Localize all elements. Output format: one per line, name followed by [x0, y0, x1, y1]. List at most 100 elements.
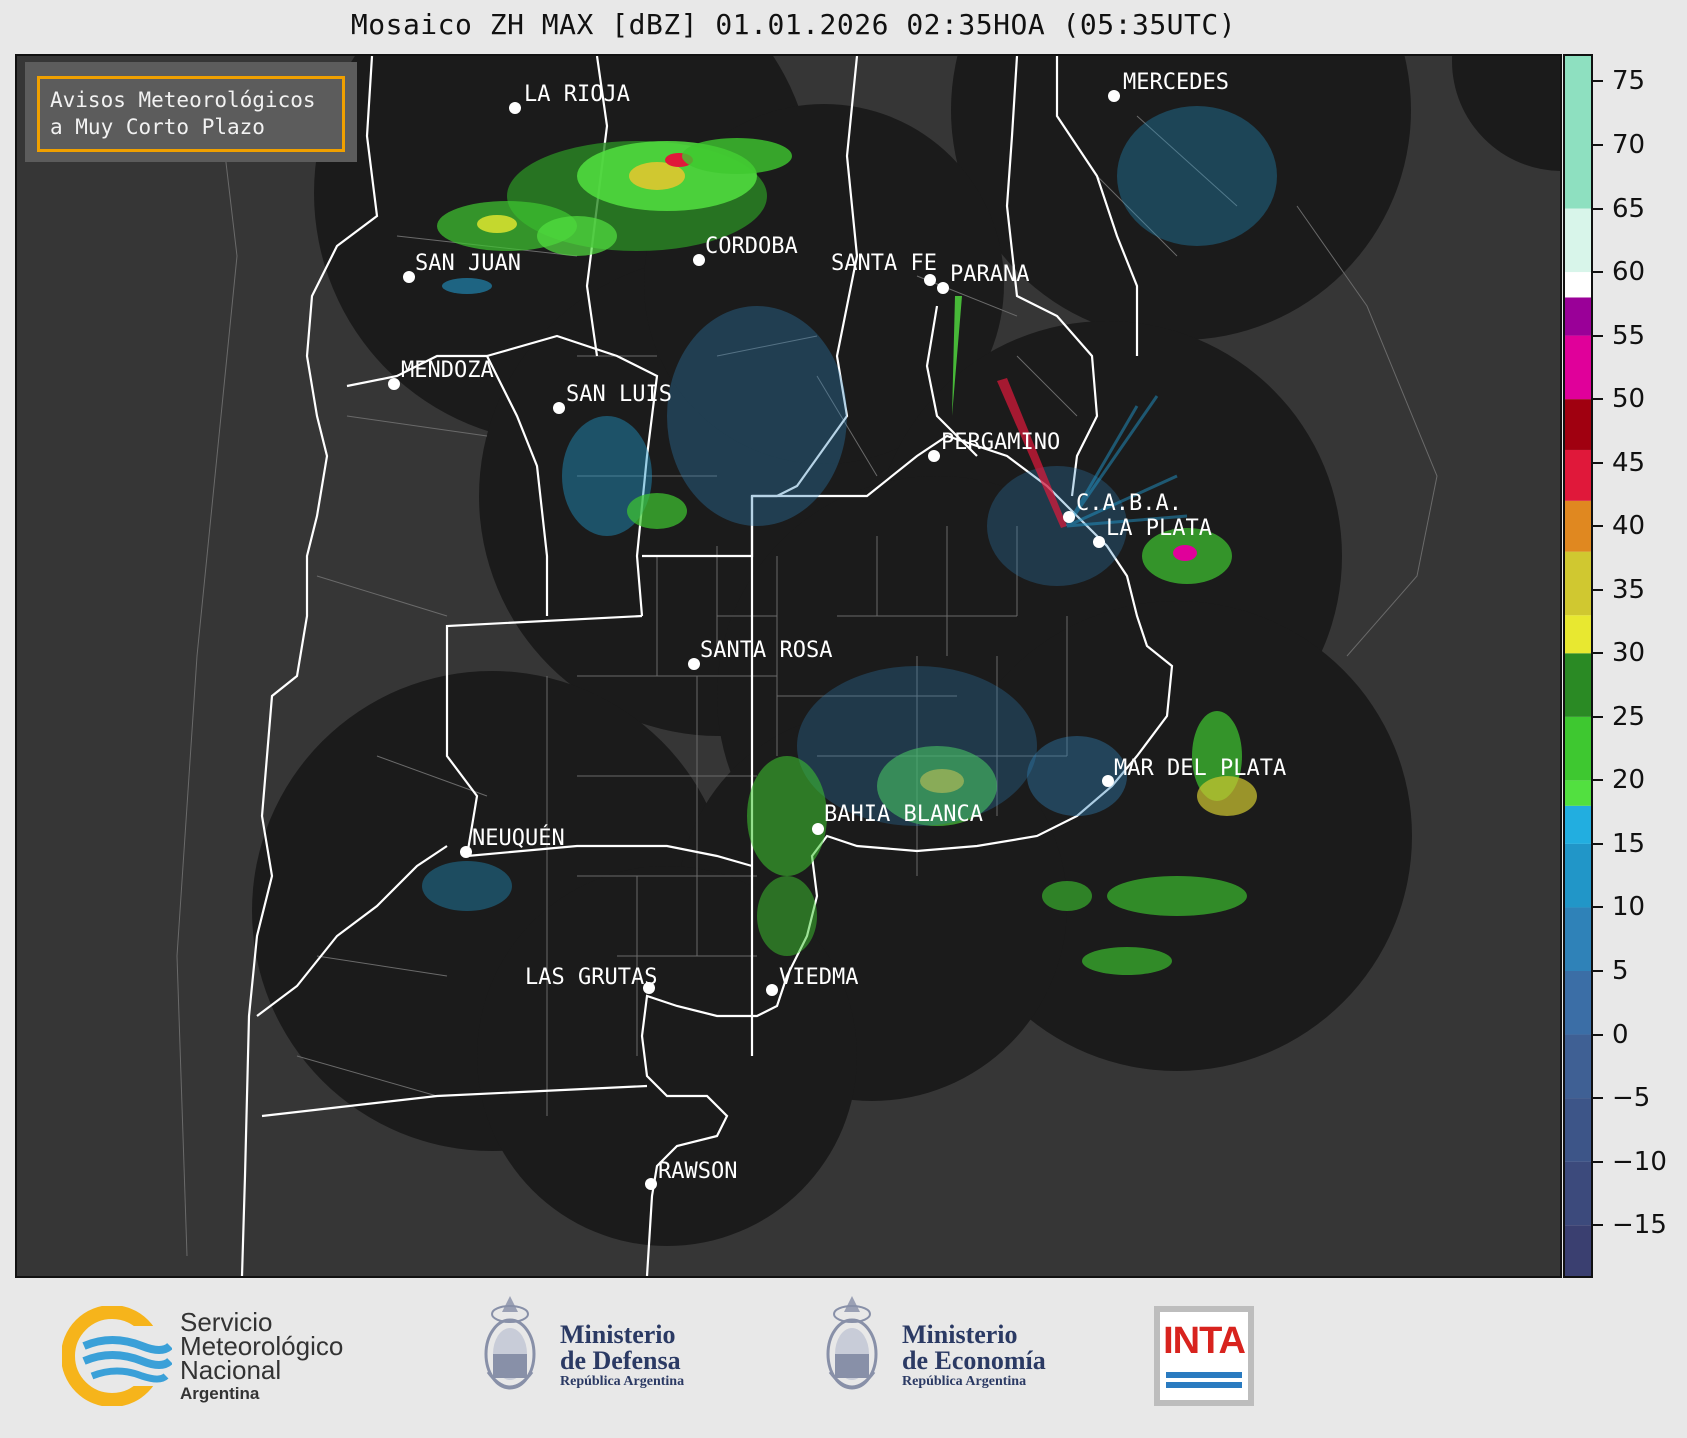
- colorbar-band: [1565, 500, 1591, 552]
- svg-text:MENDOZA: MENDOZA: [401, 358, 494, 383]
- svg-text:SANTA ROSA: SANTA ROSA: [700, 638, 832, 663]
- echo-cell: [537, 216, 617, 256]
- svg-text:VIEDMA: VIEDMA: [779, 965, 858, 990]
- inta-badge: INTA: [1160, 1312, 1248, 1400]
- colorbar-band: [1565, 297, 1591, 336]
- colorbar-tick-label: −15: [1612, 1210, 1667, 1241]
- colorbar-band: [1565, 449, 1591, 501]
- colorbar-band: [1565, 907, 1591, 971]
- inta-logo[interactable]: INTA: [1154, 1306, 1254, 1406]
- colorbar-tick-mark: [1593, 143, 1603, 146]
- colorbar-band: [1565, 1225, 1591, 1276]
- radar-map[interactable]: LA RIOJA MERCEDES SAN JUAN CORDOBA SANTA…: [15, 54, 1562, 1278]
- colorbar-tick-label: 20: [1612, 765, 1646, 796]
- colorbar-tick-label: 15: [1612, 828, 1646, 859]
- colorbar-tick-mark: [1593, 588, 1603, 591]
- colorbar-tick-mark: [1593, 715, 1603, 718]
- colorbar-band: [1565, 551, 1591, 616]
- echo-cell: [667, 306, 847, 526]
- colorbar-tick-mark: [1593, 842, 1603, 845]
- colorbar-tick-label: 10: [1612, 892, 1646, 923]
- colorbar-tick-label: 50: [1612, 384, 1646, 415]
- colorbar-tick-mark: [1593, 1033, 1603, 1036]
- city-las-grutas[interactable]: LAS GRUTAS: [525, 965, 657, 994]
- colorbar-band: [1565, 208, 1591, 273]
- colorbar-tick-mark: [1593, 461, 1603, 464]
- inta-text: INTA: [1163, 1320, 1246, 1362]
- colorbar-band: [1565, 615, 1591, 654]
- colorbar-tick-mark: [1593, 398, 1603, 401]
- defensa-line1: Ministerio: [560, 1320, 676, 1349]
- colorbar-tick-label: 40: [1612, 511, 1646, 542]
- colorbar-band: [1565, 971, 1591, 1035]
- echo-cell: [1197, 776, 1257, 816]
- smn-logo[interactable]: Servicio Meteorológico Nacional Argentin…: [62, 1306, 402, 1406]
- colorbar-band: [1565, 399, 1591, 450]
- colorbar-tick-label: −5: [1612, 1083, 1651, 1114]
- defensa-sub: República Argentina: [560, 1374, 685, 1389]
- map-canvas: LA RIOJA MERCEDES SAN JUAN CORDOBA SANTA…: [176, 56, 1560, 1276]
- radar-coverage-circle: [1452, 56, 1560, 171]
- reflectivity-colorbar: [1563, 54, 1593, 1278]
- colorbar-band: [1565, 780, 1591, 806]
- svg-text:NEUQUÉN: NEUQUÉN: [472, 825, 565, 851]
- colorbar-tick-label: 65: [1612, 193, 1646, 224]
- colorbar-band: [1565, 335, 1591, 400]
- svg-text:MERCEDES: MERCEDES: [1123, 70, 1229, 95]
- colorbar-tick-mark: [1593, 1160, 1603, 1163]
- colorbar-band: [1565, 56, 1591, 209]
- logo-bar: Servicio Meteorológico Nacional Argentin…: [0, 1282, 1687, 1438]
- defensa-line2: de Defensa: [560, 1346, 681, 1375]
- map-title: Mosaico ZH MAX [dBZ] 01.01.2026 02:35HOA…: [350, 8, 1237, 41]
- echo-cell: [477, 215, 517, 233]
- colorbar-tick-label: −10: [1612, 1146, 1667, 1177]
- svg-text:BAHIA BLANCA: BAHIA BLANCA: [824, 802, 983, 827]
- coat-of-arms-icon: [826, 1296, 878, 1390]
- echo-cell: [1107, 876, 1247, 916]
- svg-text:SAN JUAN: SAN JUAN: [415, 251, 521, 276]
- colorbar-tick-label: 35: [1612, 574, 1646, 605]
- svg-text:MAR DEL PLATA: MAR DEL PLATA: [1114, 756, 1286, 781]
- svg-text:LA PLATA: LA PLATA: [1106, 516, 1212, 541]
- coat-of-arms-icon: [484, 1296, 536, 1390]
- colorbar-tick-label: 60: [1612, 257, 1646, 288]
- colorbar-tick-mark: [1593, 779, 1603, 782]
- colorbar-tick-mark: [1593, 525, 1603, 528]
- echo-cell: [1173, 545, 1197, 561]
- echo-cell: [1042, 881, 1092, 911]
- colorbar-tick-label: 25: [1612, 701, 1646, 732]
- colorbar-tick-label: 0: [1612, 1019, 1629, 1050]
- colorbar-band: [1565, 272, 1591, 298]
- svg-text:C.A.B.A.: C.A.B.A.: [1076, 491, 1182, 516]
- smn-line3: Nacional: [180, 1355, 282, 1385]
- svg-text:PARANA: PARANA: [950, 262, 1029, 287]
- colorbar-tick-label: 45: [1612, 447, 1646, 478]
- colorbar-tick-mark: [1593, 970, 1603, 972]
- colorbar-band: [1565, 843, 1591, 908]
- colorbar-band: [1565, 1161, 1591, 1226]
- smn-emblem-icon: [62, 1306, 172, 1406]
- echo-cell: [442, 278, 492, 294]
- aviso-panel[interactable]: Avisos Meteorológicos a Muy Corto Plazo: [25, 62, 357, 162]
- colorbar-tick-label: 70: [1612, 129, 1646, 160]
- smn-sub: Argentina: [180, 1384, 260, 1403]
- echo-cell: [1117, 106, 1277, 246]
- colorbar-band: [1565, 805, 1591, 844]
- echo-cell: [627, 493, 687, 529]
- colorbar-tick-label: 5: [1612, 956, 1629, 986]
- svg-text:LAS GRUTAS: LAS GRUTAS: [525, 965, 657, 990]
- svg-text:CORDOBA: CORDOBA: [705, 234, 798, 259]
- colorbar-band: [1565, 1034, 1591, 1099]
- economia-logo[interactable]: Ministerio de Economía República Argenti…: [820, 1292, 1080, 1412]
- economia-line2: de Economía: [902, 1346, 1046, 1375]
- defensa-logo[interactable]: Ministerio de Defensa República Argentin…: [478, 1292, 738, 1412]
- echo-cell: [422, 861, 512, 911]
- colorbar-bands: [1565, 56, 1591, 1276]
- colorbar-tick-mark: [1593, 652, 1603, 655]
- echo-cell: [747, 756, 827, 876]
- colorbar-tick-label: 30: [1612, 638, 1646, 669]
- aviso-text: Avisos Meteorológicos a Muy Corto Plazo: [37, 76, 345, 152]
- colorbar-tick-mark: [1593, 906, 1603, 909]
- colorbar-tick-label: 55: [1612, 320, 1646, 351]
- svg-text:PERGAMINO: PERGAMINO: [941, 430, 1060, 455]
